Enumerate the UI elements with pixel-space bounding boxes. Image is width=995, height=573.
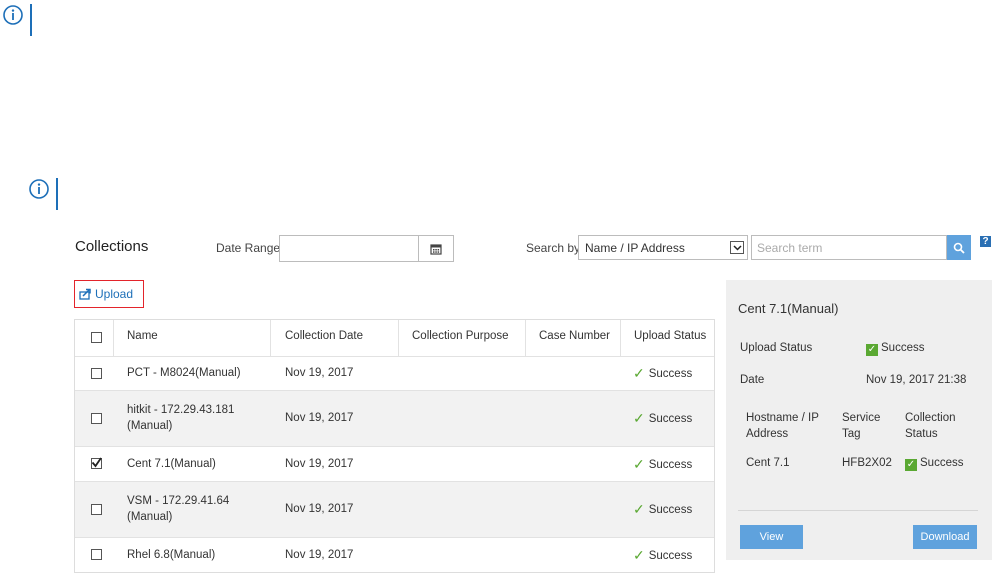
col-collection-status-header: Collection Status [905,412,956,440]
row-date: Nov 19, 2017 [285,458,354,470]
row-checkbox[interactable] [91,504,102,515]
table-row[interactable]: Cent 7.1(Manual) Nov 19, 2017 ✓ Success [75,446,714,481]
date-range-label: Date Range: [216,241,284,255]
search-placeholder: Search term [757,240,823,255]
row-date: Nov 19, 2017 [285,367,354,379]
search-by-selected: Name / IP Address [585,240,685,255]
date-range-input[interactable] [279,235,454,262]
collection-status-value: ✓ Success [905,457,964,471]
checkmark-icon [91,457,102,468]
row-date: Nov 19, 2017 [285,549,354,561]
calendar-button[interactable] [418,236,453,261]
checkmark-icon: ✓ [633,410,645,426]
table-row[interactable]: PCT - M8024(Manual) Nov 19, 2017 ✓ Succes… [75,356,714,390]
upload-button[interactable]: Upload [74,280,144,308]
chevron-down-icon [730,241,744,254]
row-status: ✓ Success [633,410,693,426]
calendar-icon [430,243,442,255]
table-row[interactable]: VSM - 172.29.41.64 (Manual) Nov 19, 2017 … [75,481,714,537]
checkmark-icon: ✓ [633,456,645,472]
row-status: ✓ Success [633,365,693,381]
row-name: VSM - 172.29.41.64 (Manual) [127,495,230,523]
row-checkbox[interactable] [91,368,102,379]
header-name[interactable]: Name [127,330,158,342]
row-name: Cent 7.1(Manual) [127,458,216,470]
info-icon [3,5,23,25]
search-input[interactable]: Search term [751,235,947,260]
date-value: Nov 19, 2017 21:38 [866,374,967,386]
help-icon[interactable]: ? [980,236,991,247]
date-label: Date [740,374,765,386]
download-button[interactable]: Download [913,525,977,549]
page-title: Collections [75,238,149,255]
search-by-select[interactable]: Name / IP Address [578,235,748,260]
checkmark-icon: ✓ [633,365,645,381]
checkmark-icon: ✓ [905,459,917,471]
upload-status-label: Upload Status [740,342,813,354]
collections-table: Name Collection Date Collection Purpose … [74,319,715,573]
upload-icon [79,288,91,300]
row-checkbox[interactable] [91,413,102,424]
help-label: ? [982,236,989,247]
table-header: Name Collection Date Collection Purpose … [75,320,714,356]
table-row[interactable]: Rhel 6.8(Manual) Nov 19, 2017 ✓ Success [75,537,714,572]
info-icon [29,179,49,199]
row-checkbox[interactable] [91,549,102,560]
search-by-label: Search by [526,241,581,255]
row-name: hitkit - 172.29.43.181 (Manual) [127,404,235,432]
header-collection-date[interactable]: Collection Date [285,330,363,342]
col-service-tag-header: Service Tag [842,412,881,440]
info-note-2 [28,178,58,210]
upload-label: Upload [95,287,134,301]
checkmark-icon: ✓ [633,501,645,517]
host-value: Cent 7.1 [746,457,790,469]
note-bar [56,178,58,210]
row-name: Rhel 6.8(Manual) [127,549,216,561]
row-date: Nov 19, 2017 [285,412,354,424]
checkmark-icon: ✓ [866,344,878,356]
row-date: Nov 19, 2017 [285,503,354,515]
select-all-checkbox[interactable] [91,332,102,343]
row-name: PCT - M8024(Manual) [127,367,241,379]
details-title: Cent 7.1(Manual) [738,301,839,316]
header-upload-status[interactable]: Upload Status [634,330,706,342]
search-button[interactable] [947,235,971,260]
row-status: ✓ Success [633,456,693,472]
note-bar [30,4,32,36]
row-checkbox-checked[interactable] [91,457,102,469]
col-hostname-header: Hostname / IP Address [746,412,819,440]
row-status: ✓ Success [633,547,693,563]
service-tag-value: HFB2X02 [842,457,892,469]
checkmark-icon: ✓ [633,547,645,563]
table-row[interactable]: hitkit - 172.29.43.181 (Manual) Nov 19, 2… [75,390,714,446]
details-panel: Cent 7.1(Manual) Upload Status ✓ Success … [726,280,992,560]
header-case-number[interactable]: Case Number [539,330,610,342]
search-icon [953,242,965,254]
info-note-1 [2,4,32,36]
view-button[interactable]: View [740,525,803,549]
row-status: ✓ Success [633,501,693,517]
header-collection-purpose[interactable]: Collection Purpose [412,330,509,342]
upload-status-value: ✓ Success [866,342,925,356]
divider [738,510,978,511]
